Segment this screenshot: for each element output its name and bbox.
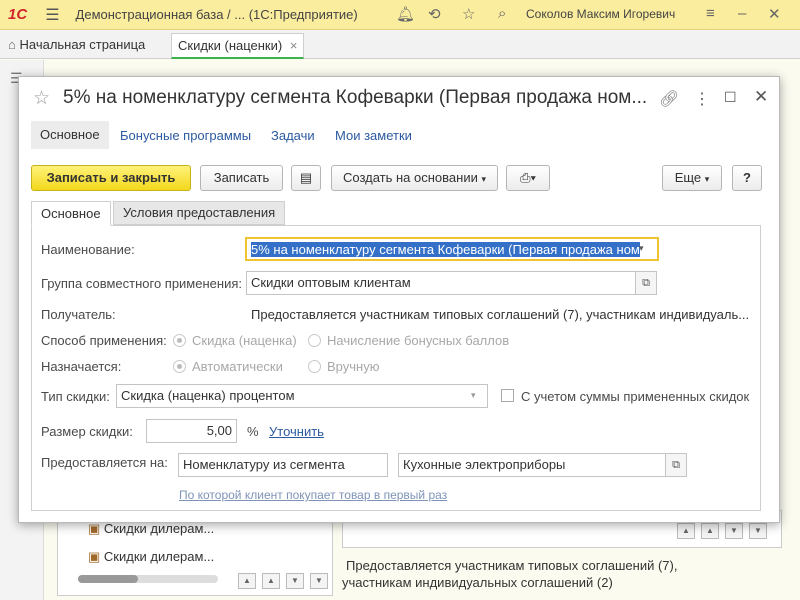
folder-icon: ▣	[88, 549, 104, 564]
tab-discounts[interactable]: Скидки (наценки) ×	[171, 33, 305, 59]
scroll-down-icon[interactable]: ▼	[725, 523, 743, 539]
minimize-icon[interactable]: –	[738, 5, 746, 22]
nav-tasks[interactable]: Задачи	[271, 128, 315, 143]
maximize-icon[interactable]: ☐	[724, 89, 737, 106]
scroll-up-icon[interactable]: ▲	[262, 573, 280, 589]
star-icon[interactable]: ☆	[462, 5, 475, 23]
nav-my-notes[interactable]: Мои заметки	[335, 128, 412, 143]
discount-dialog: ☆ 5% на номенклатуру сегмента Кофеварки …	[18, 76, 780, 523]
inner-tab-main[interactable]: Основное	[31, 201, 111, 226]
horizontal-scrollbar[interactable]	[78, 575, 218, 583]
app-title: Демонстрационная база / ... (1С:Предприя…	[75, 7, 358, 22]
discount-size-field[interactable]: 5,00	[146, 419, 237, 443]
percent-unit: %	[247, 424, 259, 439]
inner-tab-conditions[interactable]: Условия предоставления	[113, 201, 286, 225]
scroll-top-icon[interactable]: ▲	[677, 523, 695, 539]
list-item[interactable]: ▣ Скидки дилерам...	[88, 549, 214, 565]
settings-icon[interactable]: ≡	[706, 5, 715, 22]
folder-icon: ▣	[88, 521, 104, 536]
app-titlebar: 1С ☰ Демонстрационная база / ... (1С:Пре…	[0, 0, 800, 30]
scroll-bottom-icon[interactable]: ▼	[310, 573, 328, 589]
background-recipient-text-2: участникам индивидуальных соглашений (2)	[342, 575, 613, 590]
close-window-icon[interactable]: ✕	[768, 5, 781, 23]
scroll-up-icon[interactable]: ▲	[701, 523, 719, 539]
assigned-manual-radio[interactable]	[308, 360, 321, 373]
save-and-close-button[interactable]: Записать и закрыть	[31, 165, 191, 191]
tab-discounts-label: Скидки (наценки)	[178, 38, 283, 53]
close-tab-icon[interactable]: ×	[290, 38, 298, 53]
recipient-value[interactable]: Предоставляется участникам типовых согла…	[251, 307, 749, 322]
home-icon: ⌂	[8, 37, 16, 52]
segment-field[interactable]: Кухонные электроприборы	[398, 453, 666, 477]
scroll-top-icon[interactable]: ▲	[238, 573, 256, 589]
help-button[interactable]: ?	[732, 165, 762, 191]
list-item[interactable]: ▣ Скидки дилерам...	[88, 521, 214, 537]
recipient-label: Получатель:	[41, 307, 116, 322]
print-menu-icon[interactable]: ⎙▾	[506, 165, 550, 191]
nav-main[interactable]: Основное	[31, 121, 109, 149]
more-label: Еще	[674, 170, 702, 185]
history-icon[interactable]: ⟲	[428, 5, 441, 23]
consider-sum-label: С учетом суммы примененных скидок	[521, 389, 750, 404]
chevron-down-icon: ▾	[704, 174, 710, 184]
assigned-manual-label: Вручную	[327, 359, 380, 374]
assigned-label: Назначается:	[41, 359, 122, 374]
name-field-value: 5% на номенклатуру сегмента Кофеварки (П…	[251, 242, 640, 257]
background-recipient-text-1: Предоставляется участникам типовых согла…	[346, 558, 678, 573]
scroll-down-icon[interactable]: ▼	[286, 573, 304, 589]
tab-home-label: Начальная страница	[19, 37, 146, 52]
scroll-bottom-icon[interactable]: ▼	[749, 523, 767, 539]
more-button[interactable]: Еще ▾	[662, 165, 722, 191]
method-label: Способ применения:	[41, 333, 167, 348]
list-item-label: Скидки дилерам...	[103, 521, 215, 536]
open-icon[interactable]: ⧉	[635, 271, 657, 295]
chevron-down-icon[interactable]: ▾	[639, 243, 644, 254]
document-list-icon[interactable]: ▤	[291, 165, 321, 191]
open-tabs-bar: ⌂ Начальная страница Скидки (наценки) ×	[0, 30, 800, 59]
provided-on-field[interactable]: Номенклатуру из сегмента	[178, 453, 388, 477]
discount-size-label: Размер скидки:	[41, 424, 133, 439]
group-label: Группа совместного применения:	[41, 276, 242, 291]
close-dialog-icon[interactable]: ✕	[754, 87, 768, 107]
name-label: Наименование:	[41, 242, 135, 257]
assigned-auto-radio[interactable]	[173, 360, 186, 373]
discount-type-label: Тип скидки:	[41, 389, 110, 404]
refine-link[interactable]: Уточнить	[269, 424, 324, 439]
method-discount-radio[interactable]	[173, 334, 186, 347]
method-discount-label: Скидка (наценка)	[192, 333, 297, 348]
group-field[interactable]: Скидки оптовым клиентам	[246, 271, 636, 295]
chevron-down-icon[interactable]: ▾	[471, 390, 476, 401]
name-field[interactable]: 5% на номенклатуру сегмента Кофеварки (П…	[245, 237, 659, 261]
tab-home[interactable]: ⌂ Начальная страница	[2, 33, 151, 59]
nav-bonus-programs[interactable]: Бонусные программы	[120, 128, 251, 143]
assigned-auto-label: Автоматически	[192, 359, 283, 374]
dialog-title: 5% на номенклатуру сегмента Кофеварки (П…	[63, 87, 648, 108]
app-logo: 1С	[8, 6, 28, 23]
method-bonus-label: Начисление бонусных баллов	[327, 333, 510, 348]
link-icon[interactable]: 🔗︎	[659, 89, 679, 109]
chevron-down-icon: ▾	[481, 174, 487, 184]
list-item-label: Скидки дилерам...	[103, 549, 215, 564]
first-purchase-link[interactable]: По которой клиент покупает товар в первы…	[179, 488, 447, 502]
scrollbar-thumb[interactable]	[78, 575, 138, 583]
save-button[interactable]: Записать	[200, 165, 283, 191]
bell-icon[interactable]: 🔔︎	[396, 5, 415, 23]
more-vertical-icon[interactable]: ⋮	[694, 89, 710, 109]
open-icon[interactable]: ⧉	[665, 453, 687, 477]
create-based-on-label: Создать на основании	[342, 170, 478, 185]
favorite-star-icon[interactable]: ☆	[33, 87, 50, 110]
main-menu-icon[interactable]: ☰	[45, 5, 59, 25]
consider-sum-checkbox[interactable]	[501, 389, 514, 402]
user-name[interactable]: Соколов Максим Игоревич	[526, 7, 675, 21]
method-bonus-radio[interactable]	[308, 334, 321, 347]
discount-type-field[interactable]: Скидка (наценка) процентом	[116, 384, 488, 408]
provided-on-label: Предоставляется на:	[41, 455, 168, 470]
create-based-on-button[interactable]: Создать на основании ▾	[331, 165, 498, 191]
search-icon[interactable]: ⌕	[498, 5, 506, 22]
